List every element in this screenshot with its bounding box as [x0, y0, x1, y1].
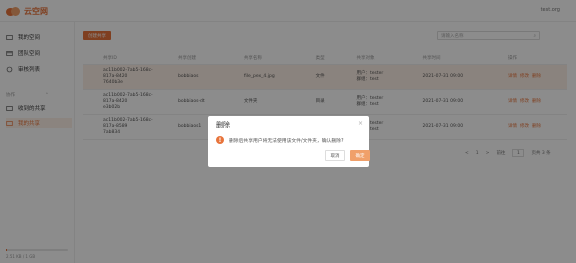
delete-confirm-dialog: 删除 × ! 删除后共享用户将无法使用该文件/文件夹，确认删除? 取消 确定	[208, 116, 370, 167]
warning-icon: !	[216, 136, 224, 144]
confirm-button[interactable]: 确定	[350, 150, 370, 161]
dialog-message: 删除后共享用户将无法使用该文件/文件夹，确认删除?	[229, 139, 344, 144]
close-icon[interactable]: ×	[358, 120, 363, 127]
cancel-button[interactable]: 取消	[325, 150, 345, 161]
dialog-title: 删除	[216, 121, 230, 129]
